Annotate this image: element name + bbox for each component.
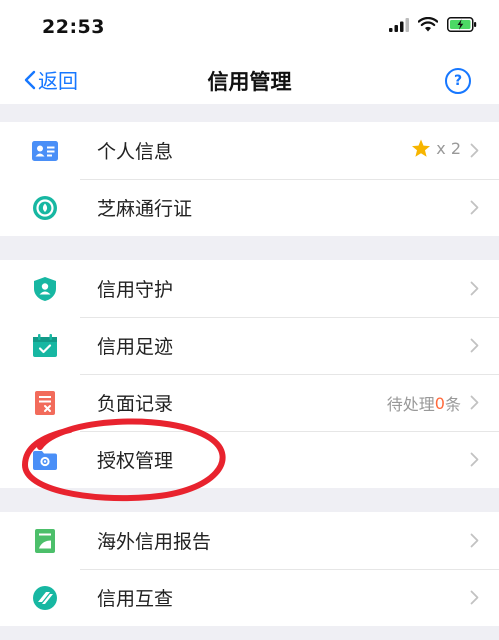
list-item-credit-guard[interactable]: 信用守护: [0, 260, 499, 317]
cellular-signal-icon: [389, 17, 409, 36]
list-item-authorization-management[interactable]: 授权管理: [0, 431, 499, 488]
nav-bar: 返回 信用管理 ?: [0, 56, 499, 104]
document-x-icon: [32, 390, 58, 416]
list-item-overseas-report[interactable]: 海外信用报告: [0, 512, 499, 569]
menu-group-credit: 信用守护 信用足迹 负面记录 待处理 0 条 授权管理: [0, 260, 499, 488]
list-item-personal-info[interactable]: 个人信息 x 2: [0, 122, 499, 179]
report-icon: [32, 528, 58, 554]
battery-charging-icon: [447, 17, 477, 36]
pending-prefix: 待处理: [386, 395, 435, 414]
chevron-right-icon: [470, 281, 479, 296]
back-label: 返回: [38, 69, 78, 93]
chevron-right-icon: [470, 533, 479, 548]
list-item-label: 芝麻通行证: [97, 198, 193, 220]
chevron-right-icon: [470, 338, 479, 353]
chevron-right-icon: [470, 395, 479, 410]
wifi-icon: [417, 16, 439, 36]
content: 个人信息 x 2 芝麻通行证 信用守护 信用足迹 负面记录 待处理 0 条 授权…: [0, 104, 499, 640]
list-item-label: 信用守护: [97, 279, 174, 301]
shield-user-icon: [32, 276, 58, 302]
chevron-right-icon: [470, 200, 479, 215]
folder-gear-icon: [32, 447, 58, 473]
list-item-negative-records[interactable]: 负面记录 待处理 0 条: [0, 374, 499, 431]
list-item-label: 海外信用报告: [97, 531, 212, 553]
pending-count: 0: [434, 393, 445, 413]
star-count: x 2: [436, 139, 461, 158]
list-item-credit-footprint[interactable]: 信用足迹: [0, 317, 499, 374]
list-item-label: 个人信息: [97, 141, 174, 163]
chevron-right-icon: [470, 590, 479, 605]
chevron-right-icon: [470, 452, 479, 467]
status-icons: [389, 16, 477, 36]
status-bar: 22:53: [0, 0, 499, 56]
list-item-label: 信用互查: [97, 588, 174, 610]
id-card-icon: [32, 138, 58, 164]
menu-group-reports: 海外信用报告 信用互查: [0, 512, 499, 626]
list-item-label: 授权管理: [97, 450, 174, 472]
pending-status: 待处理 0 条: [387, 391, 461, 415]
list-item-label: 信用足迹: [97, 336, 174, 358]
chevron-right-icon: [470, 143, 479, 158]
pending-suffix: 条: [444, 395, 461, 414]
back-button[interactable]: 返回: [24, 65, 78, 94]
star-icon: [412, 139, 431, 157]
sesame-icon: [32, 195, 58, 221]
help-icon[interactable]: ?: [445, 68, 471, 94]
star-badge: x 2: [411, 139, 461, 158]
mutual-check-icon: [32, 585, 58, 611]
calendar-check-icon: [32, 333, 58, 359]
chevron-left-icon: [24, 70, 36, 89]
menu-group-personal: 个人信息 x 2 芝麻通行证: [0, 122, 499, 236]
list-item-sesame-pass[interactable]: 芝麻通行证: [0, 179, 499, 236]
status-time: 22:53: [42, 16, 105, 38]
list-item-credit-mutual-check[interactable]: 信用互查: [0, 569, 499, 626]
list-item-label: 负面记录: [97, 393, 174, 415]
